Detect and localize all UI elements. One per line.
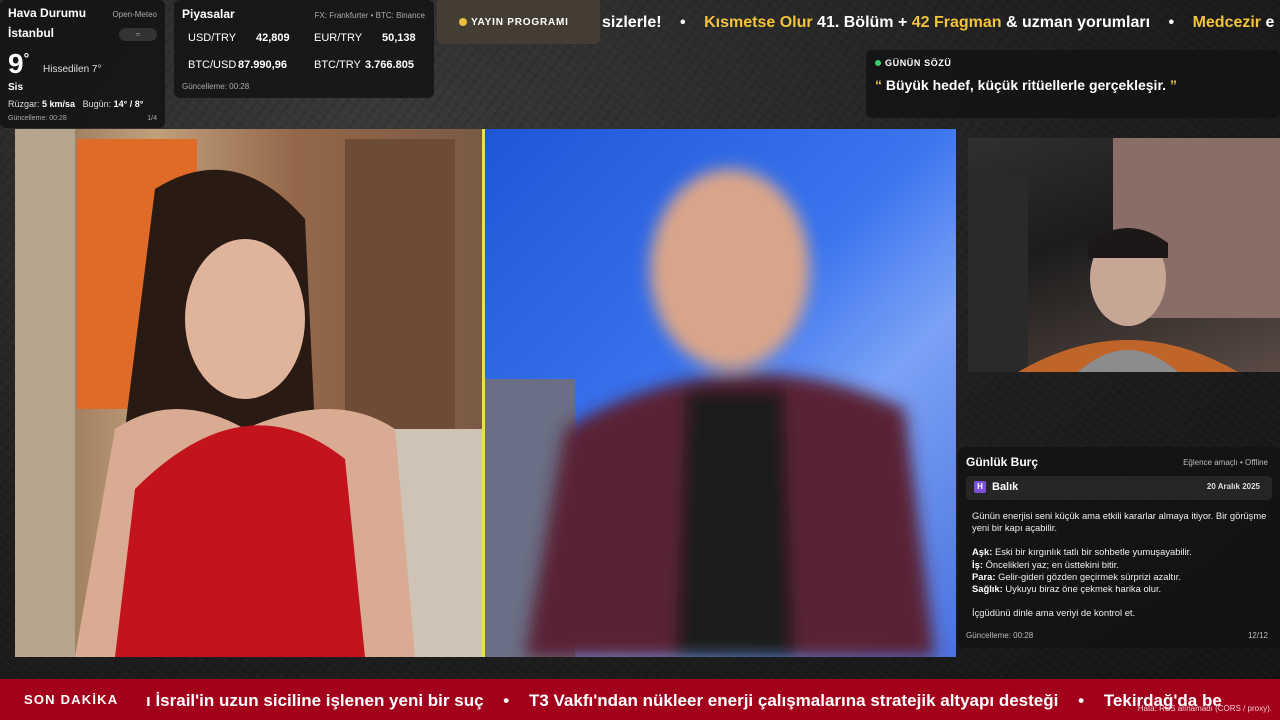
rss-error: Hata: RSS alınamadı (CORS / proxy). bbox=[1137, 704, 1272, 713]
video-left bbox=[15, 129, 482, 657]
quote-text: “ Büyük hedef, küçük ritüellerle gerçekl… bbox=[875, 77, 1177, 93]
video-left-image bbox=[15, 129, 482, 657]
market-label: USD/TRY bbox=[188, 32, 237, 44]
horoscope-updated: Güncelleme: 00:28 bbox=[966, 631, 1034, 640]
markets-widget: Piyasalar FX: Frankfurter • BTC: Binance… bbox=[174, 0, 434, 98]
schedule-label: YAYIN PROGRAMI bbox=[471, 16, 569, 28]
weather-temp: 9° bbox=[8, 48, 30, 79]
webcam-image bbox=[968, 138, 1280, 372]
breaking-news-tag: SON DAKİKA bbox=[0, 679, 140, 720]
weather-widget: Hava Durumu Open-Meteo İstanbul ≈ 9° His… bbox=[0, 0, 165, 128]
markets-updated: Güncelleme: 00:28 bbox=[182, 82, 250, 91]
horoscope-intro: Günün enerjisi seni küçük ama etkili kar… bbox=[972, 510, 1267, 534]
schedule-button[interactable]: YAYIN PROGRAMI bbox=[437, 0, 600, 44]
schedule-dot-icon bbox=[459, 18, 467, 26]
horoscope-sign-row: H Balık 20 Aralık 2025 bbox=[966, 476, 1272, 500]
horoscope-outro: İçgüdünü dinle ama veriyi de kontrol et. bbox=[972, 607, 1136, 619]
video-right bbox=[485, 129, 956, 657]
breaking-separator: • bbox=[503, 691, 510, 710]
live-dot-icon bbox=[875, 60, 881, 66]
market-value: 87.990,96 bbox=[238, 59, 287, 71]
ticker-text: 41. Bölüm + bbox=[817, 14, 908, 31]
market-value: 42,809 bbox=[256, 32, 290, 44]
top-ticker: sizlerle! • Kısmetse Olur 41. Bölüm + 42… bbox=[600, 0, 1280, 44]
breaking-news-ticker: ı İsrail'in uzun siciline işlenen yeni b… bbox=[140, 679, 1280, 720]
weather-updated: Güncelleme: 00:28 bbox=[8, 115, 67, 122]
weather-condition: Sis bbox=[8, 82, 24, 93]
weather-source: Open-Meteo bbox=[112, 10, 157, 19]
horoscope-item: Sağlık: Uykuyu biraz öne çekmek harika o… bbox=[972, 583, 1162, 595]
market-label: EUR/TRY bbox=[314, 32, 363, 44]
webcam-feed bbox=[968, 138, 1280, 372]
ticker-separator: • bbox=[1168, 14, 1175, 31]
horoscope-item: Para: Gelir-gideri gözden geçirmek sürpr… bbox=[972, 570, 1181, 582]
horoscope-date: 20 Aralık 2025 bbox=[1206, 482, 1260, 491]
horoscope-widget: Günlük Burç Eğlence amaçlı • Offline H B… bbox=[958, 447, 1280, 648]
breaking-news-bar: SON DAKİKA ı İsrail'in uzun siciline işl… bbox=[0, 679, 1280, 720]
weather-page: 1/4 bbox=[147, 115, 157, 122]
ticker-text: e bbox=[1265, 14, 1275, 31]
fog-icon: ≈ bbox=[119, 28, 157, 41]
markets-source: FX: Frankfurter • BTC: Binance bbox=[314, 11, 425, 20]
breaking-item: ı İsrail'in uzun siciline işlenen yeni b… bbox=[146, 691, 484, 710]
market-label: BTC/USD bbox=[188, 59, 237, 71]
horoscope-page: 12/12 bbox=[1247, 631, 1268, 640]
pisces-icon: H bbox=[974, 481, 986, 493]
horoscope-mode: Eğlence amaçlı • Offline bbox=[1183, 458, 1268, 467]
breaking-item: T3 Vakfı'ndan nükleer enerji çalışmaları… bbox=[528, 691, 1059, 710]
weather-details: Rüzgar: 5 km/sa Bugün: 14° / 8° bbox=[8, 99, 144, 109]
market-value: 3.766.805 bbox=[365, 59, 414, 71]
ticker-separator: • bbox=[680, 14, 686, 31]
ticker-highlight: Kısmetse Olur bbox=[704, 14, 813, 31]
breaking-separator: • bbox=[1078, 691, 1085, 710]
horoscope-item: İş: Öncelikleri yaz; en üsttekini bitir. bbox=[972, 558, 1119, 570]
ticker-highlight: Medcezir bbox=[1192, 14, 1262, 31]
ticker-text: & uzman yorumları bbox=[1006, 14, 1151, 31]
video-right-image bbox=[485, 169, 935, 657]
market-label: BTC/TRY bbox=[314, 59, 361, 71]
quote-widget: GÜNÜN SÖZÜ “ Büyük hedef, küçük ritüelle… bbox=[866, 50, 1280, 118]
weather-feels-like: Hissedilen 7° bbox=[43, 64, 102, 75]
quote-heading: GÜNÜN SÖZÜ bbox=[875, 58, 1271, 68]
horoscope-item: Aşk: Eski bir kırgınlık tatlı bir sohbet… bbox=[972, 546, 1192, 558]
ticker-highlight: 42 Fragman bbox=[911, 14, 1002, 31]
horoscope-sign: Balık bbox=[992, 481, 1019, 493]
ticker-text: sizlerle! bbox=[602, 14, 662, 31]
market-value: 50,138 bbox=[382, 32, 416, 44]
horoscope-body: Günün enerjisi seni küçük ama etkili kar… bbox=[972, 510, 1272, 619]
